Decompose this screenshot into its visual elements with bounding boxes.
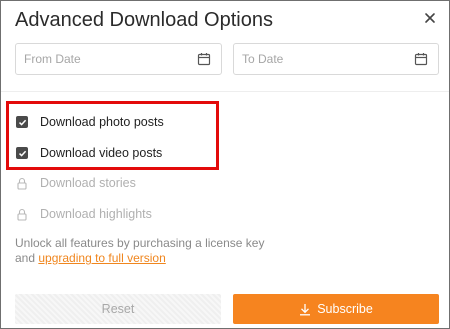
- checkbox-checked-icon[interactable]: [16, 147, 28, 159]
- option-video-posts[interactable]: Download video posts: [16, 144, 162, 162]
- advanced-download-dialog: Advanced Download Options Download photo…: [0, 0, 450, 329]
- option-stories: Download stories: [16, 174, 136, 192]
- option-highlights: Download highlights: [16, 205, 152, 223]
- dialog-title: Advanced Download Options: [15, 9, 273, 31]
- license-note: Unlock all features by purchasing a lice…: [15, 236, 415, 266]
- checkbox-checked-icon[interactable]: [16, 116, 28, 128]
- license-note-line1: Unlock all features by purchasing a lice…: [15, 236, 265, 250]
- subscribe-button[interactable]: Subscribe: [233, 294, 439, 324]
- from-date-input[interactable]: [24, 50, 194, 68]
- to-date-input[interactable]: [242, 50, 412, 68]
- reset-button[interactable]: Reset: [15, 294, 221, 324]
- option-stories-label: Download stories: [40, 176, 136, 190]
- option-photo-posts-label: Download photo posts: [40, 115, 164, 129]
- option-highlights-label: Download highlights: [40, 207, 152, 221]
- from-date-field[interactable]: [15, 43, 222, 75]
- to-date-field[interactable]: [233, 43, 439, 75]
- license-note-prefix: and: [15, 251, 39, 265]
- license-note-line2: and upgrading to full version: [15, 251, 415, 266]
- upgrade-link[interactable]: upgrading to full version: [38, 251, 165, 265]
- calendar-icon[interactable]: [197, 52, 211, 66]
- divider: [1, 91, 449, 92]
- reset-button-label: Reset: [101, 302, 135, 316]
- lock-icon: [17, 177, 27, 190]
- close-icon[interactable]: [423, 11, 437, 25]
- lock-icon: [17, 208, 27, 221]
- download-icon: [300, 303, 311, 315]
- calendar-icon[interactable]: [414, 52, 428, 66]
- option-photo-posts[interactable]: Download photo posts: [16, 113, 164, 131]
- subscribe-button-label: Subscribe: [317, 302, 373, 316]
- option-video-posts-label: Download video posts: [40, 146, 163, 160]
